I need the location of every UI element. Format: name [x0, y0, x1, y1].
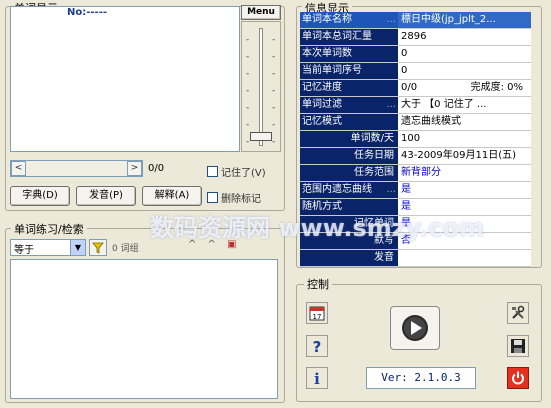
scroll-right-arrow[interactable]: >	[127, 161, 142, 176]
search-count-text: 0 词组	[112, 244, 139, 254]
info-row-memorize[interactable]: 记忆单词... 是	[300, 216, 531, 233]
info-row-memory-mode-value: 遗忘曲线模式	[398, 114, 531, 130]
pronounce-button[interactable]: 发音(P)	[76, 186, 136, 206]
info-row-random-value: 是	[398, 199, 531, 215]
slider-thumb[interactable]	[250, 132, 272, 141]
info-row-total-value: 2896	[398, 29, 531, 45]
info-row-filter[interactable]: 单词过滤... 大于 【0 记住了 ...	[300, 97, 531, 114]
info-row-filter-value: 大于 【0 记住了 ...	[398, 97, 531, 113]
tools-icon[interactable]	[507, 302, 529, 324]
info-row-task-range-value: 新背部分	[398, 165, 531, 181]
info-row-session-count[interactable]: 本次单词数 0	[300, 46, 531, 63]
info-row-task-range[interactable]: 任务范围 新背部分	[300, 165, 531, 182]
info-row-book-name-label: 单词本名称	[302, 14, 352, 25]
word-scrollbar[interactable]: < >	[10, 160, 143, 177]
remembered-checkbox[interactable]: 记住了(V)	[207, 164, 266, 179]
info-row-task-date-value: 43-2009年09月11日(五)	[398, 148, 531, 164]
explain-button[interactable]: 解释(A)	[142, 186, 202, 206]
delete-mark-checkbox[interactable]: 删除标记	[207, 190, 261, 205]
chevron-down-icon[interactable]: ▼	[70, 240, 85, 255]
info-row-book-name[interactable]: 单词本名称... 標日中级(jp_jplt_2...	[300, 12, 531, 29]
filter-icon[interactable]	[89, 239, 107, 256]
info-row-task-range-label: 任务范围	[300, 165, 398, 181]
slider-ticks-right: -------	[272, 35, 276, 147]
play-button[interactable]	[390, 306, 440, 350]
info-row-progress-extra: 完成度: 0%	[470, 82, 523, 93]
word-number-label: No:-----	[67, 7, 107, 18]
info-row-memory-mode[interactable]: 记忆模式 遗忘曲线模式	[300, 114, 531, 131]
info-row-pronounce-value	[398, 250, 531, 266]
calendar-icon[interactable]: 17	[306, 302, 328, 324]
info-row-book-name-value: 標日中级(jp_jplt_2...	[398, 12, 531, 28]
power-icon[interactable]	[507, 367, 529, 389]
delete-mark-label: 删除标记	[221, 194, 261, 205]
save-icon[interactable]	[507, 335, 529, 357]
info-row-dictation-value: 否	[398, 233, 531, 249]
info-row-range-forget-curve[interactable]: 范围内遗忘曲线... 是	[300, 182, 531, 199]
slider-ticks: -------	[246, 35, 250, 147]
info-row-task-date[interactable]: 任务日期 43-2009年09月11日(五)	[300, 148, 531, 165]
remembered-checkbox-box[interactable]	[207, 166, 218, 177]
info-row-range-forget-curve-label: 范围内遗忘曲线	[302, 184, 372, 195]
info-row-words-per-day-value: 100	[398, 131, 531, 147]
info-row-progress-label: 记忆进度	[300, 80, 398, 96]
word-counter: 0/0	[148, 163, 165, 174]
info-row-random-label: 随机方式	[300, 199, 398, 215]
practice-list[interactable]	[10, 259, 278, 399]
info-row-filter-label: 单词过滤	[302, 99, 342, 110]
info-row-task-date-label: 任务日期	[300, 148, 398, 164]
dictionary-button[interactable]: 字典(D)	[10, 186, 70, 206]
svg-text:?: ?	[313, 338, 322, 354]
info-row-session-count-value: 0	[398, 46, 531, 62]
scroll-left-arrow[interactable]: <	[11, 161, 26, 176]
refresh-icon[interactable]: ▣	[227, 239, 240, 250]
info-row-words-per-day[interactable]: 单词数/天 100	[300, 131, 531, 148]
info-icon[interactable]: i	[306, 367, 328, 389]
info-row-pronounce[interactable]: 发音	[300, 250, 531, 267]
remembered-checkbox-label: 记住了(V)	[221, 168, 266, 179]
sort-buttons[interactable]: ^ ^ ▣	[188, 239, 268, 256]
info-row-current-index[interactable]: 当前单词序号 0	[300, 63, 531, 80]
info-row-total[interactable]: 单词本总词汇量 2896	[300, 29, 531, 46]
help-icon[interactable]: ?	[306, 335, 328, 357]
info-table: 单词本名称... 標日中级(jp_jplt_2... 单词本总词汇量 2896 …	[300, 12, 531, 267]
info-row-words-per-day-label: 单词数/天	[300, 131, 398, 147]
info-row-memorize-value: 是	[398, 216, 531, 232]
info-row-memory-mode-label: 记忆模式	[300, 114, 398, 130]
info-row-dictation[interactable]: 默写 否	[300, 233, 531, 250]
svg-text:17: 17	[313, 313, 322, 321]
slider-groove	[259, 28, 263, 146]
delete-mark-checkbox-box[interactable]	[207, 192, 218, 203]
info-row-progress[interactable]: 记忆进度 0/0 完成度: 0%	[300, 80, 531, 97]
play-icon	[402, 315, 428, 341]
info-row-progress-value: 0/0	[401, 82, 418, 93]
version-label: Ver: 2.1.0.3	[366, 367, 476, 389]
info-row-dictation-label: 默写	[300, 233, 398, 249]
match-select-value: 等于	[14, 245, 34, 256]
word-display-area: No:-----	[10, 6, 240, 152]
info-row-session-count-label: 本次单词数	[300, 46, 398, 62]
volume-slider-track[interactable]: ------- -------	[241, 21, 281, 152]
info-row-pronounce-label: 发音	[300, 250, 398, 266]
info-row-current-index-label: 当前单词序号	[300, 63, 398, 79]
info-row-total-label: 单词本总词汇量	[300, 29, 398, 45]
control-title: 控制	[304, 276, 332, 292]
menu-button[interactable]: Menu	[241, 5, 281, 20]
match-select[interactable]: 等于 ▼	[10, 239, 86, 256]
info-row-current-index-value: 0	[398, 63, 531, 79]
practice-title: 单词练习/检索	[11, 221, 87, 237]
svg-text:i: i	[314, 370, 320, 386]
info-row-random[interactable]: 随机方式 是	[300, 199, 531, 216]
info-row-range-forget-curve-value: 是	[398, 182, 531, 198]
